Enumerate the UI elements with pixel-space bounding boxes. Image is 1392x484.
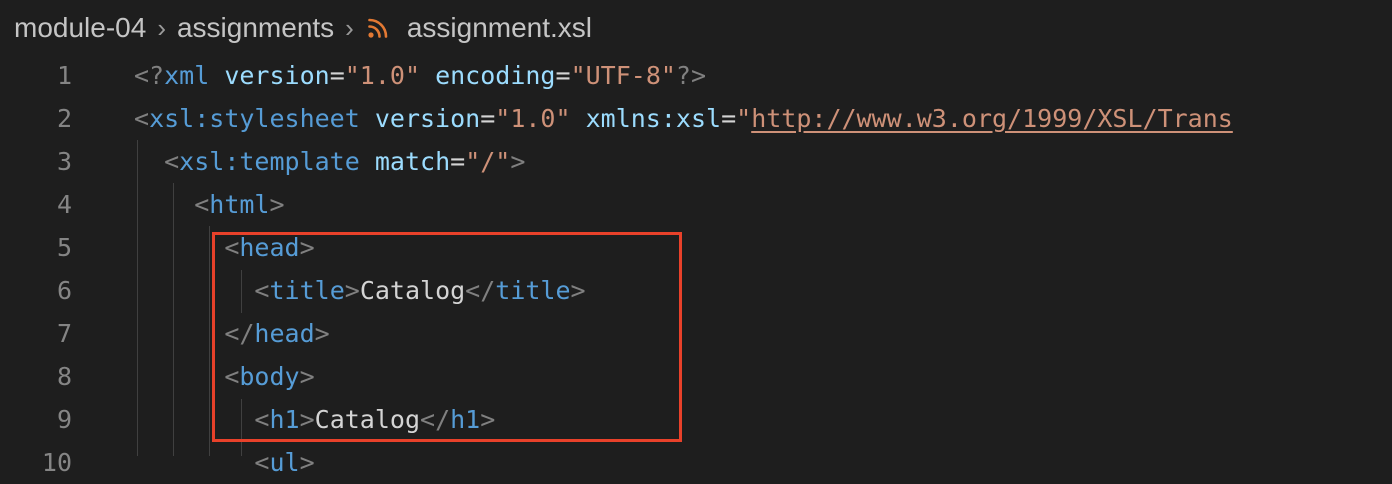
breadcrumb-item-file[interactable]: assignment.xsl xyxy=(407,12,592,44)
code-text: = xyxy=(480,104,496,133)
code-string: " xyxy=(736,104,752,133)
code-tag: ul xyxy=(269,448,300,477)
highlight-box xyxy=(212,232,682,442)
code-line[interactable]: 10 <ul> xyxy=(0,441,1392,484)
code-line[interactable]: 7 </head> xyxy=(0,312,1392,355)
code-string: "UTF-8" xyxy=(570,61,676,90)
code-attribute: encoding xyxy=(435,61,556,90)
code-line[interactable]: 4 <html> xyxy=(0,183,1392,226)
code-line[interactable]: 5 <head> xyxy=(0,226,1392,269)
code-string: "1.0" xyxy=(344,61,421,90)
code-punctuation: < xyxy=(134,104,150,133)
code-attribute: xmlns:xsl xyxy=(585,104,722,133)
code-attribute: version xyxy=(224,61,330,90)
line-number: 10 xyxy=(41,448,72,477)
breadcrumb-item-assignments[interactable]: assignments xyxy=(177,12,334,44)
line-number: 2 xyxy=(56,104,72,133)
code-punctuation: > xyxy=(269,190,285,219)
line-number: 1 xyxy=(56,61,72,90)
line-number: 9 xyxy=(56,405,72,434)
code-tag: xsl:stylesheet xyxy=(149,104,360,133)
code-line[interactable]: 6 <title>Catalog</title> xyxy=(0,269,1392,312)
code-line[interactable]: 1 <?xml version="1.0" encoding="UTF-8"?> xyxy=(0,54,1392,97)
code-content: <xsl:template match="/"> xyxy=(134,140,525,183)
code-string: "/" xyxy=(465,147,511,176)
code-punctuation: < xyxy=(194,190,210,219)
code-attribute: version xyxy=(374,104,481,133)
code-punctuation: > xyxy=(299,448,315,477)
code-line[interactable]: 2 <xsl:stylesheet version="1.0" xmlns:xsl… xyxy=(0,97,1392,140)
code-punctuation: ?> xyxy=(675,61,707,90)
code-content: <html> xyxy=(134,183,285,226)
code-punctuation: <? xyxy=(134,61,165,90)
code-string: "1.0" xyxy=(495,104,571,133)
code-text: = xyxy=(329,61,345,90)
code-punctuation: > xyxy=(510,147,526,176)
chevron-right-icon: › xyxy=(345,12,354,43)
line-number: 8 xyxy=(56,362,72,391)
code-punctuation: < xyxy=(254,448,270,477)
code-content: <ul> xyxy=(134,441,315,484)
code-line[interactable]: 8 <body> xyxy=(0,355,1392,398)
code-tag: xml xyxy=(164,61,210,90)
code-editor[interactable]: 1 <?xml version="1.0" encoding="UTF-8"?> 2… xyxy=(0,54,1392,477)
code-punctuation: < xyxy=(164,147,180,176)
code-attribute: match xyxy=(374,147,451,176)
rss-icon xyxy=(368,18,388,38)
chevron-right-icon: › xyxy=(157,12,166,43)
code-content: <?xml version="1.0" encoding="UTF-8"?> xyxy=(134,54,706,97)
code-tag: xsl:template xyxy=(179,147,360,176)
code-text: = xyxy=(721,104,737,133)
line-number: 4 xyxy=(56,190,72,219)
code-line[interactable]: 9 <h1>Catalog</h1> xyxy=(0,398,1392,441)
code-link[interactable]: http://www.w3.org/1999/XSL/Trans xyxy=(751,104,1233,133)
line-number: 6 xyxy=(56,276,72,305)
breadcrumb-item-module-04[interactable]: module-04 xyxy=(14,12,146,44)
line-number: 5 xyxy=(56,233,72,262)
code-content: <xsl:stylesheet version="1.0" xmlns:xsl=… xyxy=(134,97,1233,140)
line-number: 7 xyxy=(56,319,72,348)
code-line[interactable]: 3 <xsl:template match="/"> xyxy=(0,140,1392,183)
code-tag: html xyxy=(209,190,270,219)
line-number: 3 xyxy=(56,147,72,176)
breadcrumb: module-04 › assignments › assignment.xsl xyxy=(0,0,1392,56)
code-text: = xyxy=(450,147,466,176)
code-text: = xyxy=(555,61,571,90)
